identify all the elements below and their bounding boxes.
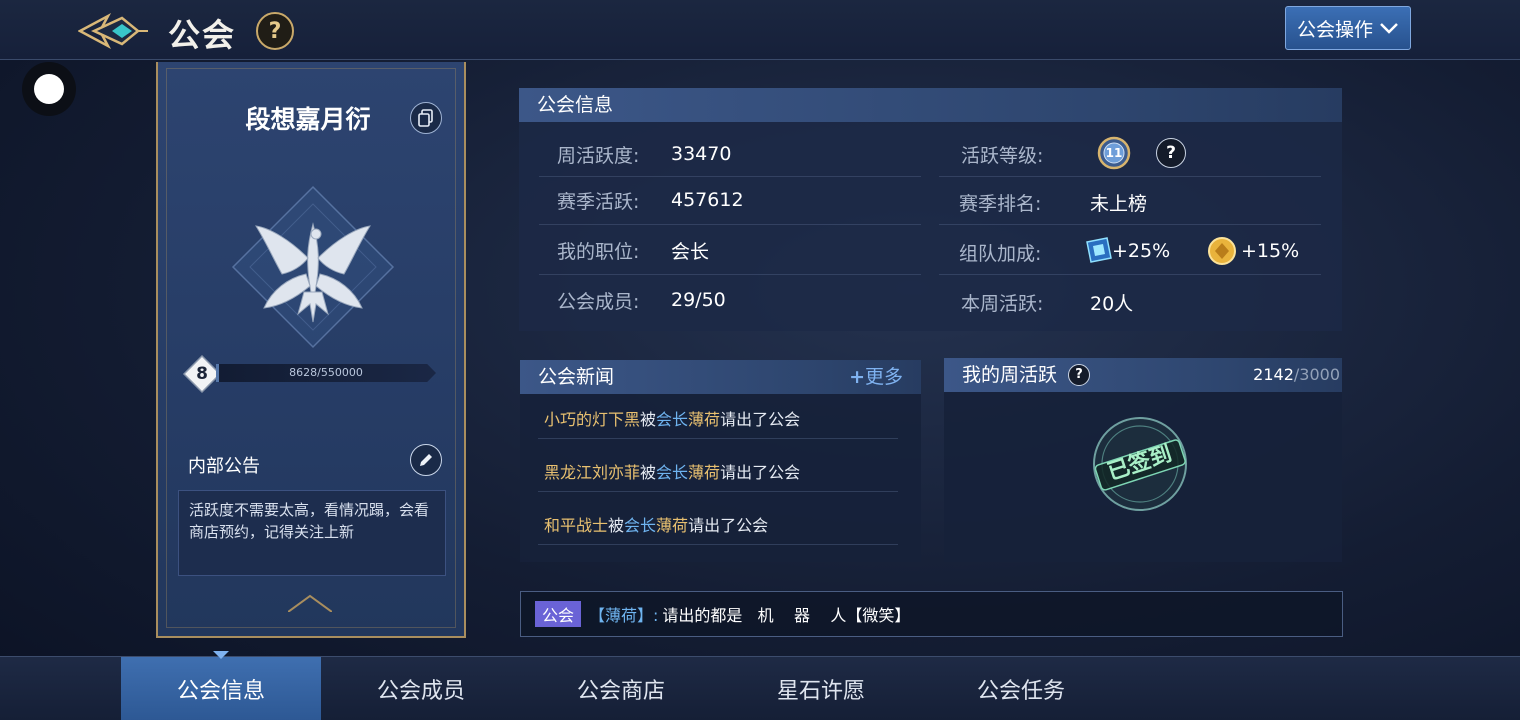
page-title: 公会 (168, 16, 237, 54)
help-icon[interactable]: ? (256, 12, 294, 50)
tab-star-wish[interactable]: 星石许愿 (721, 657, 921, 720)
team-bonus-label: 组队加成: (959, 242, 1042, 265)
chat-channel-tag: 公会 (535, 601, 582, 627)
guild-members-label: 公会成员: (557, 290, 640, 313)
internal-notice-text: 活跃度不需要太高，看情况蹋，会看商店预约，记得关注上新 (178, 490, 446, 576)
info-row-season: 赛季活跃: 457612 (557, 176, 937, 224)
tab-guild-tasks[interactable]: 公会任务 (921, 657, 1121, 720)
guild-chat-strip[interactable]: 公会 【薄荷】: 请出的都是 机 器 人【微笑】 (520, 591, 1343, 637)
guild-info-title: 公会信息 (519, 88, 1342, 122)
my-position-label: 我的职位: (557, 240, 640, 263)
season-rank-value: 未上榜 (1090, 192, 1148, 215)
tab-guild-members[interactable]: 公会成员 (321, 657, 521, 720)
info-row-weekly-active: 本周活跃: 20人 (961, 278, 1341, 326)
edit-notice-icon[interactable] (410, 444, 442, 476)
weekly-activity-value: 33470 (671, 143, 732, 165)
guild-exp-bar: 8628/550000 (216, 364, 436, 382)
guild-exp-text: 8628/550000 (289, 366, 363, 379)
guild-operations-label: 公会操作 (1296, 18, 1373, 41)
activity-level-help-icon[interactable]: ? (1156, 138, 1186, 168)
news-item: 和平战士被会长薄荷请出了公会 (544, 516, 769, 535)
back-arrow-icon[interactable] (77, 10, 150, 52)
guild-news-panel: 公会新闻 +更多 小巧的灯下黑被会长薄荷请出了公会 黑龙江刘亦菲被会长薄荷请出了… (520, 360, 921, 562)
season-rank-label: 赛季排名: (959, 192, 1042, 215)
guild-operations-button[interactable]: 公会操作 (1285, 6, 1411, 50)
info-row-position: 我的职位: 会长 (557, 226, 937, 274)
activity-level-value: 11 (1105, 146, 1123, 160)
signed-in-stamp: 已签到 (1090, 414, 1190, 514)
my-position-value: 会长 (671, 240, 710, 263)
chat-sender: 【薄荷】: (589, 606, 659, 625)
copy-icon[interactable] (410, 102, 442, 134)
plus-icon: + (849, 366, 865, 388)
tab-guild-info[interactable]: 公会信息 (121, 651, 321, 720)
guild-members-value: 29/50 (671, 289, 726, 311)
season-activity-label: 赛季活跃: (557, 190, 640, 213)
team-bonus-value-1: +25% (1112, 240, 1171, 262)
news-more-label: 更多 (864, 366, 903, 388)
active-tab-caret-icon (213, 651, 229, 659)
chevron-down-icon (1380, 23, 1398, 34)
weekly-progress: 2142/3000 (1253, 365, 1340, 384)
guild-info-panel: 公会信息 周活跃度: 33470 赛季活跃: 457612 我的职位: 会长 公… (519, 88, 1342, 331)
guild-profile-panel: 段想嘉月衍 8 8628/550000 内部公告 活跃度不需要太高，看情况蹋，会… (156, 62, 466, 638)
weekly-activity-label: 周活跃度: (557, 144, 640, 167)
activity-level-label: 活跃等级: (961, 144, 1044, 167)
info-row-activity-level: 活跃等级: (961, 130, 1341, 178)
bottom-tab-bar: 公会信息 公会成员 公会商店 星石许愿 公会任务 (0, 651, 1520, 720)
my-weekly-activity-panel: 我的周活跃 ? 2142/3000 已签到 (944, 358, 1342, 562)
weekly-active-label: 本周活跃: (961, 292, 1044, 315)
info-row-weekly: 周活跃度: 33470 (557, 130, 937, 178)
team-bonus-value-2: +15% (1241, 240, 1300, 262)
chat-message: 请出的都是 机 器 人【微笑】 (662, 606, 911, 625)
weekly-active-value: 20人 (1090, 292, 1134, 315)
news-more-button[interactable]: +更多 (849, 360, 903, 394)
news-item: 小巧的灯下黑被会长薄荷请出了公会 (544, 410, 801, 429)
panel-bottom-ornament (288, 594, 332, 612)
floating-assist-button[interactable] (22, 62, 76, 116)
info-row-members: 公会成员: 29/50 (557, 276, 937, 324)
top-bar: 公会 ? 公会操作 (0, 0, 1520, 60)
info-row-season-rank: 赛季排名: 未上榜 (959, 178, 1339, 226)
weekly-activity-title: 我的周活跃 (962, 364, 1058, 386)
tab-guild-shop[interactable]: 公会商店 (521, 657, 721, 720)
exp-ticket-icon (1086, 237, 1112, 263)
weekly-help-icon[interactable]: ? (1068, 364, 1090, 386)
season-activity-value: 457612 (671, 189, 744, 211)
news-item: 黑龙江刘亦菲被会长薄荷请出了公会 (544, 463, 801, 482)
guild-emblem (208, 162, 418, 372)
gold-coin-icon (1208, 237, 1236, 265)
internal-notice-label: 内部公告 (188, 456, 260, 477)
